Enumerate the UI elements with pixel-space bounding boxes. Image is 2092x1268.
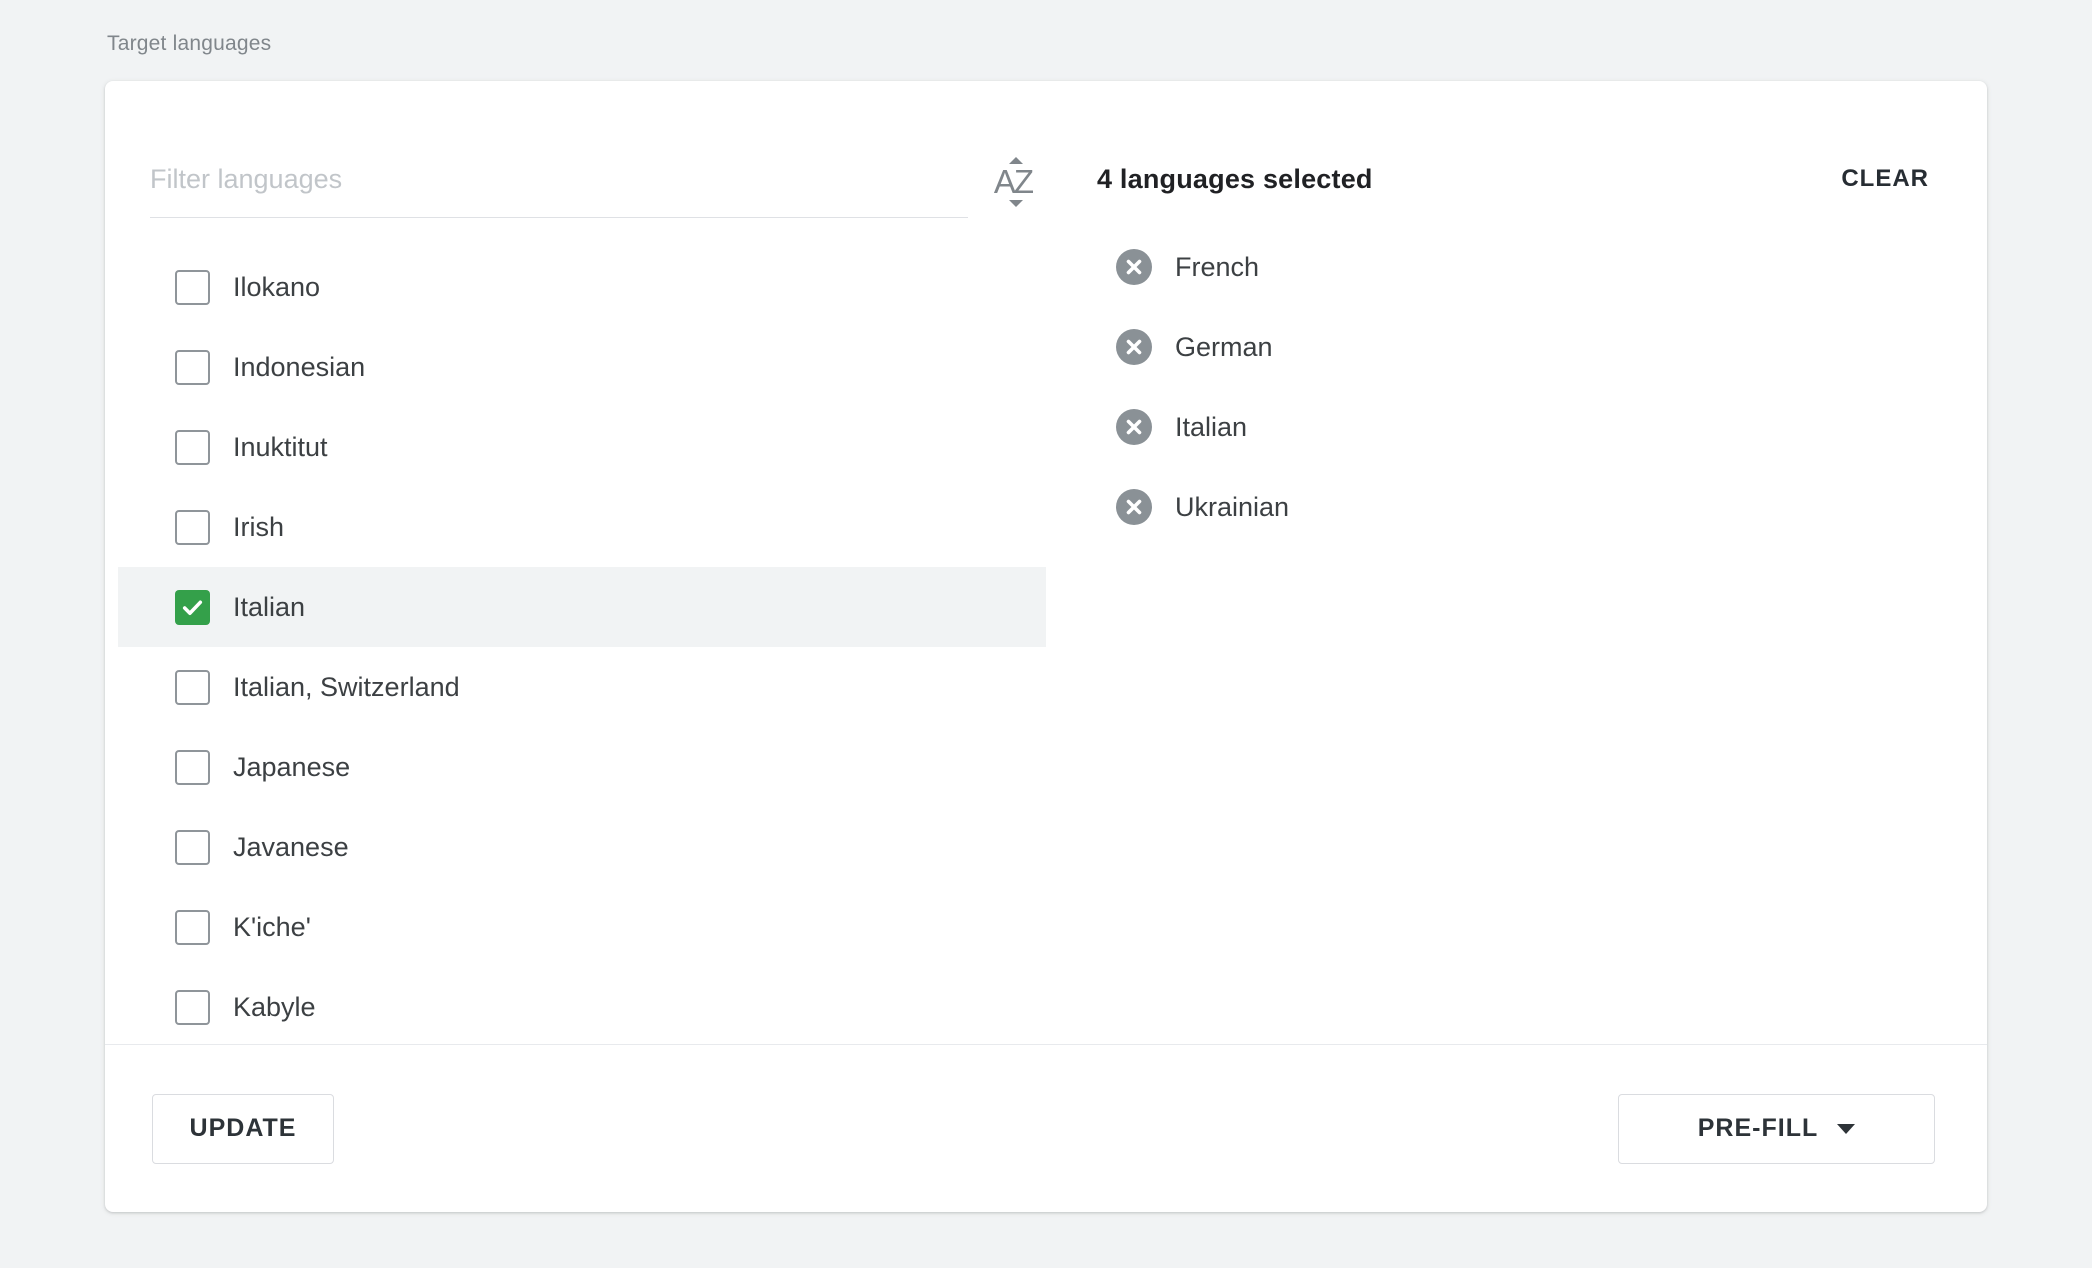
language-list-column: AZ Ilokano Indonesian Inuktitut	[118, 81, 1046, 1047]
language-label: Kabyle	[233, 992, 316, 1023]
selected-language-label: French	[1175, 252, 1259, 283]
language-list-item[interactable]: Inuktitut	[118, 407, 1046, 487]
language-list-item[interactable]: Kabyle	[118, 967, 1046, 1047]
selected-count-label: 4 languages selected	[1097, 164, 1373, 195]
selected-language-label: Italian	[1175, 412, 1247, 443]
selected-language-item: Ukrainian	[1097, 467, 1929, 547]
language-list-item[interactable]: Japanese	[118, 727, 1046, 807]
selected-language-item: Italian	[1097, 387, 1929, 467]
language-label: K'iche'	[233, 912, 311, 943]
selected-language-label: Ukrainian	[1175, 492, 1289, 523]
language-label: Ilokano	[233, 272, 320, 303]
filter-languages-input[interactable]	[150, 157, 968, 201]
language-label: Indonesian	[233, 352, 365, 383]
sort-alphabetical-icon[interactable]: AZ	[982, 153, 1044, 211]
x-icon	[1124, 417, 1144, 437]
remove-language-icon[interactable]	[1116, 489, 1152, 525]
language-list-item[interactable]: K'iche'	[118, 887, 1046, 967]
language-list-item[interactable]: Javanese	[118, 807, 1046, 887]
remove-language-icon[interactable]	[1116, 409, 1152, 445]
page-title: Target languages	[107, 28, 271, 60]
language-list-item[interactable]: Italian	[118, 567, 1046, 647]
pre-fill-label: PRE-FILL	[1698, 1114, 1819, 1143]
language-label: Inuktitut	[233, 432, 328, 463]
x-icon	[1124, 337, 1144, 357]
language-checkbox[interactable]	[175, 430, 210, 465]
language-list: Ilokano Indonesian Inuktitut Irish	[118, 247, 1046, 1047]
language-label: Italian, Switzerland	[233, 672, 460, 703]
filter-field	[150, 157, 968, 218]
language-checkbox[interactable]	[175, 750, 210, 785]
language-label: Javanese	[233, 832, 349, 863]
selected-language-label: German	[1175, 332, 1273, 363]
clear-button[interactable]: CLEAR	[1841, 165, 1929, 193]
language-list-item[interactable]: Indonesian	[118, 327, 1046, 407]
language-label: Italian	[233, 592, 305, 623]
language-list-item[interactable]: Irish	[118, 487, 1046, 567]
selected-language-item: French	[1097, 227, 1929, 307]
language-checkbox[interactable]	[175, 670, 210, 705]
language-checkbox[interactable]	[175, 270, 210, 305]
language-checkbox[interactable]	[175, 910, 210, 945]
selected-language-list: French German Italian Ukrainian	[1097, 227, 1929, 547]
sort-arrow-down-icon	[1009, 200, 1023, 207]
language-label: Irish	[233, 512, 284, 543]
language-checkbox[interactable]	[175, 590, 210, 625]
language-checkbox[interactable]	[175, 510, 210, 545]
caret-down-icon	[1837, 1124, 1855, 1134]
pre-fill-button[interactable]: PRE-FILL	[1618, 1094, 1935, 1164]
language-checkbox[interactable]	[175, 350, 210, 385]
x-icon	[1124, 497, 1144, 517]
selected-header-row: 4 languages selected CLEAR	[1097, 157, 1929, 201]
language-checkbox[interactable]	[175, 990, 210, 1025]
language-checkbox[interactable]	[175, 830, 210, 865]
x-icon	[1124, 257, 1144, 277]
checkmark-icon	[180, 595, 205, 620]
remove-language-icon[interactable]	[1116, 249, 1152, 285]
panel-footer: UPDATE PRE-FILL	[105, 1044, 1987, 1212]
update-button[interactable]: UPDATE	[152, 1094, 334, 1164]
remove-language-icon[interactable]	[1116, 329, 1152, 365]
language-label: Japanese	[233, 752, 350, 783]
sort-letters: AZ	[994, 167, 1032, 197]
target-languages-panel: AZ Ilokano Indonesian Inuktitut	[105, 81, 1987, 1212]
selected-language-item: German	[1097, 307, 1929, 387]
language-list-item[interactable]: Ilokano	[118, 247, 1046, 327]
selected-languages-column: 4 languages selected CLEAR French German	[1097, 81, 1929, 547]
language-list-item[interactable]: Italian, Switzerland	[118, 647, 1046, 727]
